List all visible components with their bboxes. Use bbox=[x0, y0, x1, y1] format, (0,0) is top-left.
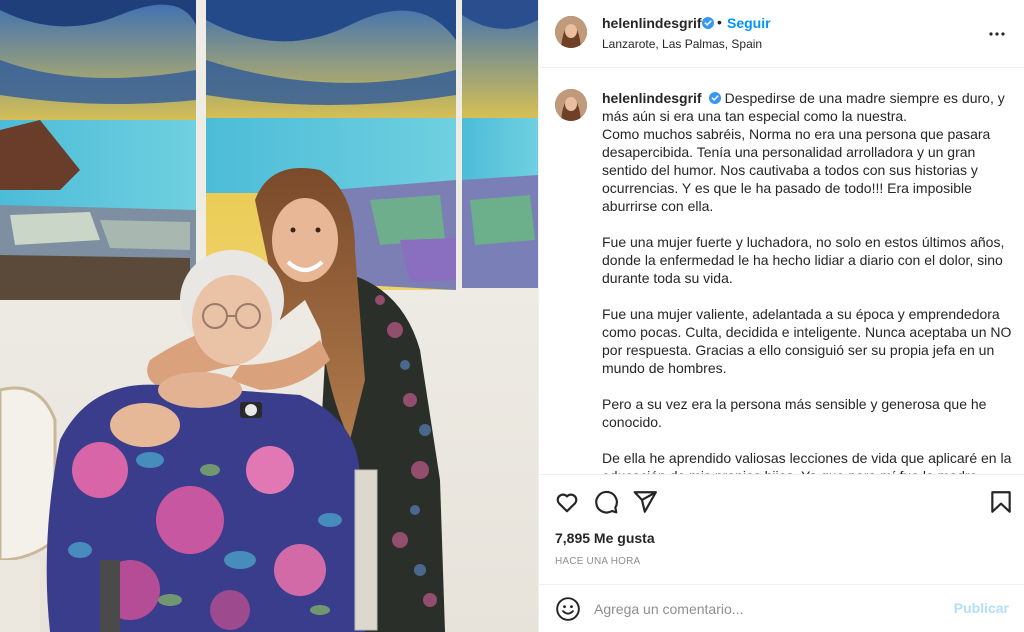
post-header: helenlindesgrif • Seguir Lanzarote, Las … bbox=[539, 0, 1024, 68]
heart-icon[interactable] bbox=[554, 489, 580, 515]
post-details-panel: helenlindesgrif • Seguir Lanzarote, Las … bbox=[538, 0, 1024, 632]
username[interactable]: helenlindesgrif bbox=[602, 15, 702, 31]
bookmark-icon[interactable] bbox=[988, 489, 1014, 515]
verified-badge-icon bbox=[708, 92, 721, 104]
verified-badge-icon bbox=[699, 15, 714, 33]
more-options-icon[interactable] bbox=[985, 22, 1009, 46]
separator-dot: • bbox=[717, 14, 722, 30]
post-timestamp[interactable]: HACE UNA HORA bbox=[555, 556, 640, 567]
caption-text: helenlindesgrif Despedirse de una madre s… bbox=[602, 89, 1016, 474]
caption-paragraph: Fue una mujer fuerte y luchadora, no sol… bbox=[602, 234, 1005, 286]
publish-button[interactable]: Publicar bbox=[954, 600, 1009, 616]
avatar[interactable] bbox=[555, 16, 587, 48]
comment-input[interactable] bbox=[594, 597, 934, 621]
caption-paragraph: Pero a su vez era la persona más sensibl… bbox=[602, 396, 987, 430]
post-actions: 7,895 Me gusta HACE UNA HORA bbox=[539, 474, 1024, 584]
likes-count[interactable]: 7,895 Me gusta bbox=[555, 530, 655, 546]
comment-form: Publicar bbox=[539, 584, 1024, 632]
location-link[interactable]: Lanzarote, Las Palmas, Spain bbox=[602, 37, 762, 51]
share-icon[interactable] bbox=[632, 489, 658, 515]
caption-paragraph: Fue una mujer valiente, adelantada a su … bbox=[602, 306, 1012, 376]
post-photo[interactable] bbox=[0, 0, 538, 632]
comment-icon[interactable] bbox=[593, 489, 619, 515]
caption-section: helenlindesgrif Despedirse de una madre s… bbox=[539, 69, 1024, 474]
caption-paragraph: De ella he aprendido valiosas lecciones … bbox=[602, 450, 1012, 474]
caption-avatar[interactable] bbox=[555, 89, 587, 121]
post-image bbox=[0, 0, 538, 632]
emoji-icon[interactable] bbox=[555, 596, 581, 622]
follow-button[interactable]: Seguir bbox=[727, 15, 771, 31]
caption-username[interactable]: helenlindesgrif bbox=[602, 90, 702, 106]
caption-paragraph: Despedirse de una madre siempre es duro,… bbox=[602, 90, 1005, 214]
